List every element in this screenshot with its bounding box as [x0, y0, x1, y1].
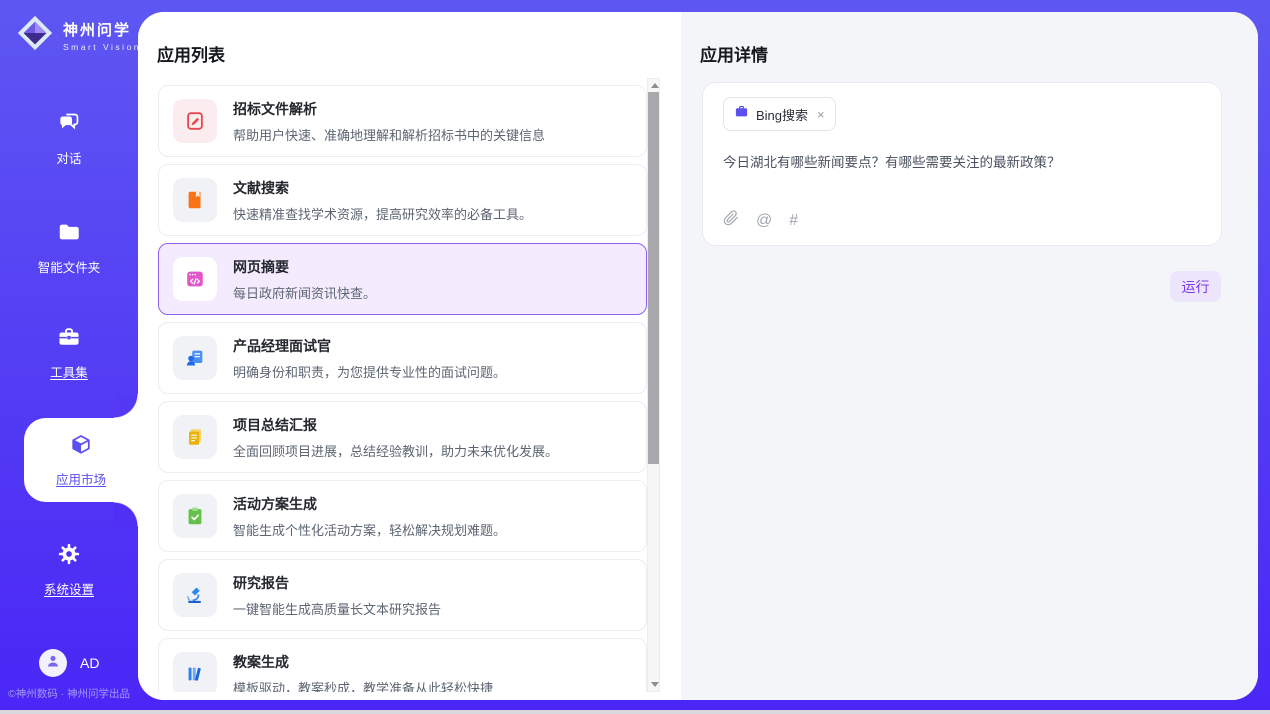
app-card-research-report[interactable]: 研究报告 一键智能生成高质量长文本研究报告 [158, 559, 647, 631]
app-name: 教案生成 [233, 652, 493, 672]
app-list: 招标文件解析 帮助用户快速、准确地理解和解析招标书中的关键信息 文献搜索 快速精… [158, 85, 647, 692]
person-icon [44, 652, 62, 675]
app-card-lesson-plan[interactable]: 教案生成 模板驱动，教案秒成，教学准备从此轻松快捷 [158, 638, 647, 692]
scrollbar-thumb[interactable] [648, 92, 659, 464]
briefcase-icon [56, 324, 82, 355]
brand-name: 神州问学 [63, 19, 141, 40]
app-detail-panel: 应用详情 Bing搜索 × 今日湖北有哪些新闻要点？有哪些需要关注的最新政策？ [681, 12, 1258, 700]
web-code-icon [173, 257, 217, 301]
avatar [39, 649, 67, 677]
chat-icon [56, 110, 82, 141]
tool-chip-label: Bing搜索 [756, 105, 808, 124]
microscope-icon [173, 573, 217, 617]
copyright-footer: ©神州数码 · 神州问学出品 [0, 686, 138, 701]
app-card-web-summary[interactable]: 网页摘要 每日政府新闻资讯快查。 [158, 243, 647, 315]
sidebar-item-label: 应用市场 [56, 469, 106, 488]
prompt-input-card[interactable]: Bing搜索 × 今日湖北有哪些新闻要点？有哪些需要关注的最新政策？ @ # [702, 82, 1222, 246]
app-name: 项目总结汇报 [233, 415, 558, 435]
sidebar-item-label: 系统设置 [44, 579, 94, 598]
sidebar-item-smart-folder[interactable]: 智能文件夹 [0, 219, 138, 276]
app-list-title: 应用列表 [157, 41, 225, 66]
app-desc: 每日政府新闻资讯快查。 [233, 283, 376, 302]
sidebar-item-label: 工具集 [50, 362, 88, 381]
app-desc: 明确身份和职责，为您提供专业性的面试问题。 [233, 362, 506, 381]
gear-icon [56, 541, 82, 572]
app-name: 活动方案生成 [233, 494, 506, 514]
app-desc: 帮助用户快速、准确地理解和解析招标书中的关键信息 [233, 125, 545, 144]
close-icon[interactable]: × [817, 108, 825, 121]
cube-icon [68, 433, 94, 464]
scrollbar[interactable] [647, 78, 660, 692]
at-icon[interactable]: @ [756, 212, 772, 230]
app-desc: 全面回顾项目进展，总结经验教训，助力未来优化发展。 [233, 441, 558, 460]
app-card-bid-analysis[interactable]: 招标文件解析 帮助用户快速、准确地理解和解析招标书中的关键信息 [158, 85, 647, 157]
books-icon [173, 652, 217, 692]
sidebar-item-label: 对话 [56, 148, 81, 167]
sidebar-item-chat[interactable]: 对话 [0, 110, 138, 167]
sidebar-item-settings[interactable]: 系统设置 [0, 541, 138, 598]
brand-logo: 神州问学 Smart Vision [15, 13, 141, 58]
app-card-project-summary[interactable]: 项目总结汇报 全面回顾项目进展，总结经验教训，助力未来优化发展。 [158, 401, 647, 473]
person-doc-icon [173, 336, 217, 380]
run-button[interactable]: 运行 [1170, 271, 1221, 302]
scroll-down-icon[interactable] [651, 682, 659, 687]
app-desc: 快速精准查找学术资源，提高研究效率的必备工具。 [233, 204, 532, 223]
input-toolbar: @ # [723, 210, 798, 231]
sidebar-item-toolkit[interactable]: 工具集 [0, 324, 138, 381]
briefcase-icon [734, 104, 749, 124]
app-desc: 模板驱动，教案秒成，教学准备从此轻松快捷 [233, 678, 493, 693]
app-desc: 一键智能生成高质量长文本研究报告 [233, 599, 441, 618]
app-window: 神州问学 Smart Vision 对话 智能文件夹 [0, 0, 1270, 714]
brand-subtitle: Smart Vision [63, 42, 141, 52]
user-name: AD [80, 655, 99, 671]
app-card-literature-search[interactable]: 文献搜索 快速精准查找学术资源，提高研究效率的必备工具。 [158, 164, 647, 236]
sidebar-item-app-market[interactable]: 应用市场 [24, 418, 138, 502]
app-name: 网页摘要 [233, 257, 376, 277]
diamond-logo-icon [15, 13, 55, 58]
app-name: 产品经理面试官 [233, 336, 506, 356]
app-detail-title: 应用详情 [700, 41, 768, 66]
app-name: 研究报告 [233, 573, 441, 593]
folder-icon [56, 219, 82, 250]
main-panel: 应用列表 招标文件解析 帮助用户快速、准确地理解和解析招标书中的关键信息 [138, 12, 1258, 700]
app-name: 招标文件解析 [233, 99, 545, 119]
sidebar-item-label: 智能文件夹 [38, 257, 101, 276]
tool-chip-bing-search[interactable]: Bing搜索 × [723, 97, 836, 131]
book-icon [173, 178, 217, 222]
clipboard-check-icon [173, 494, 217, 538]
user-account[interactable]: AD [39, 649, 99, 677]
doc-edit-icon [173, 99, 217, 143]
query-text-input[interactable]: 今日湖北有哪些新闻要点？有哪些需要关注的最新政策？ [723, 151, 1201, 171]
app-name: 文献搜索 [233, 178, 532, 198]
app-desc: 智能生成个性化活动方案，轻松解决规划难题。 [233, 520, 506, 539]
bottom-edge [0, 710, 1270, 714]
docs-stack-icon [173, 415, 217, 459]
scroll-up-icon[interactable] [651, 83, 659, 88]
hash-icon[interactable]: # [789, 212, 798, 230]
app-card-pm-interviewer[interactable]: 产品经理面试官 明确身份和职责，为您提供专业性的面试问题。 [158, 322, 647, 394]
app-list-panel: 应用列表 招标文件解析 帮助用户快速、准确地理解和解析招标书中的关键信息 [138, 12, 681, 700]
app-card-activity-plan[interactable]: 活动方案生成 智能生成个性化活动方案，轻松解决规划难题。 [158, 480, 647, 552]
paperclip-icon[interactable] [723, 210, 739, 231]
